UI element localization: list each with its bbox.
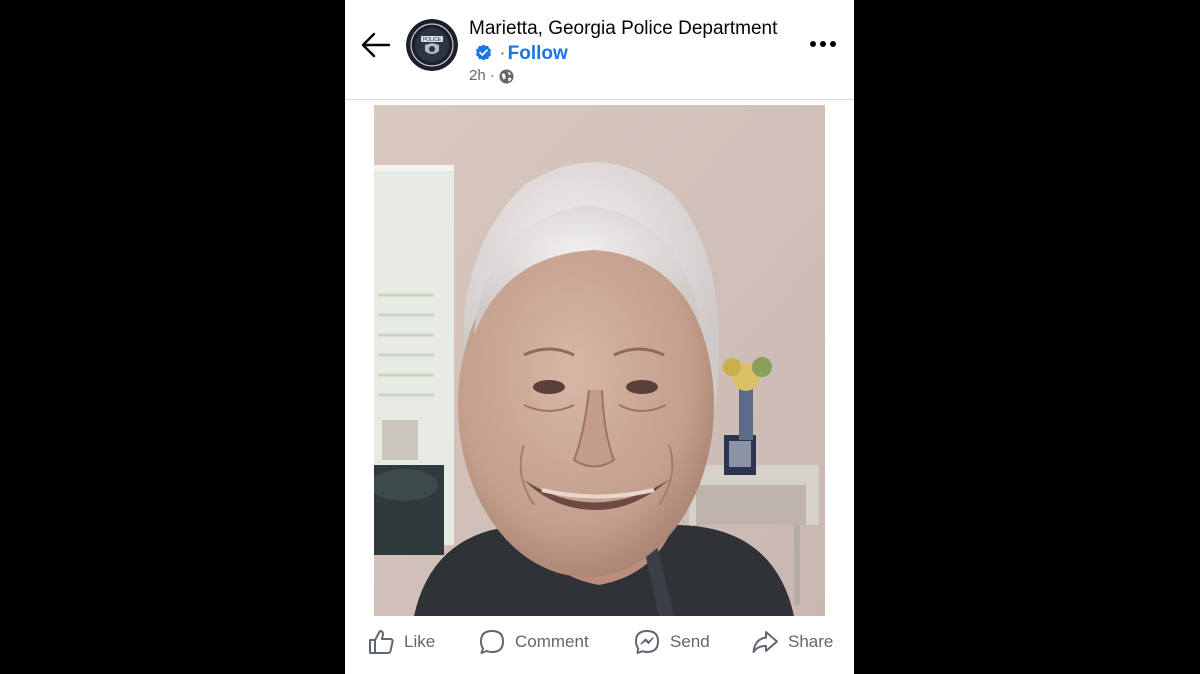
post-screen: POLICE Marietta, Georgia Police Departme…: [345, 0, 854, 674]
page-title: Marietta, Georgia Police Department · Fol…: [469, 16, 789, 66]
send-label: Send: [670, 632, 710, 651]
post-photo[interactable]: [374, 105, 825, 616]
more-options-button[interactable]: [807, 34, 839, 54]
like-label: Like: [404, 632, 436, 651]
messenger-icon: [635, 630, 659, 654]
page-avatar[interactable]: POLICE: [406, 19, 458, 71]
share-arrow-icon: [752, 631, 778, 653]
comment-label: Comment: [515, 632, 589, 651]
arrow-left-icon: [361, 32, 391, 58]
globe-icon: [499, 68, 514, 84]
comment-bubble-icon: [480, 630, 504, 654]
thumbs-up-icon: [369, 630, 394, 654]
follow-button[interactable]: Follow: [508, 43, 568, 64]
like-button[interactable]: Like: [367, 627, 435, 657]
verified-badge-icon: [475, 44, 492, 61]
more-dots-icon: [810, 41, 836, 47]
send-button[interactable]: Send: [633, 627, 710, 657]
portrait-photo-illustration: [374, 105, 825, 616]
page-name-link[interactable]: Marietta, Georgia Police Department: [469, 18, 777, 39]
comment-button[interactable]: Comment: [478, 627, 589, 657]
title-separator: ·: [499, 43, 506, 64]
post-action-bar: Like Comment Send Share: [345, 617, 854, 674]
share-label: Share: [788, 632, 834, 651]
back-button[interactable]: [359, 30, 393, 60]
police-badge-logo: POLICE: [406, 19, 458, 71]
post-meta: 2h ·: [469, 66, 514, 86]
header-divider: [345, 99, 854, 100]
post-timestamp[interactable]: 2h: [469, 66, 486, 86]
avatar-badge-text: POLICE: [423, 37, 442, 43]
share-button[interactable]: Share: [751, 627, 833, 657]
post-header: POLICE Marietta, Georgia Police Departme…: [345, 0, 854, 100]
meta-dot: ·: [489, 67, 495, 84]
